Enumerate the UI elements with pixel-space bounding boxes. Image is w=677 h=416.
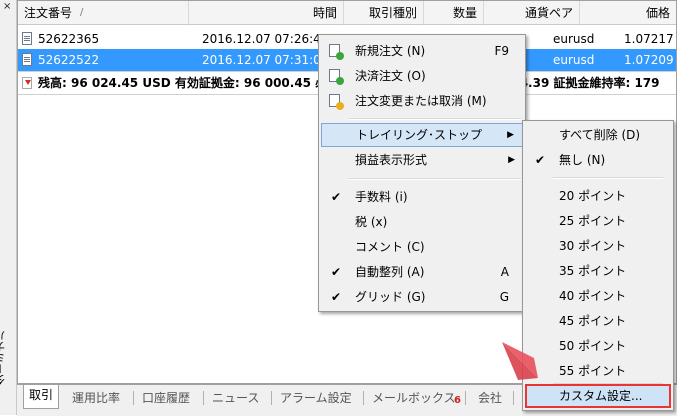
- order-number: 52622522: [38, 53, 100, 67]
- menu-item-trailing-stop[interactable]: トレイリング･ストップ ▶: [321, 123, 523, 147]
- column-header-volume[interactable]: 数量: [424, 1, 484, 25]
- checkmark-icon: ✔: [331, 290, 342, 304]
- menu-separator: [553, 177, 663, 179]
- tab-company[interactable]: 会社: [473, 388, 507, 408]
- submenu-item-35-points[interactable]: 35 ポイント: [525, 259, 671, 283]
- terminal-title-label: ターミナル: [0, 330, 7, 385]
- modify-order-icon: [329, 94, 344, 110]
- order-time: 2016.12.07 07:26:40: [202, 32, 322, 46]
- checkmark-icon: ✔: [331, 265, 342, 279]
- menu-item-commission[interactable]: ✔ 手数料 (i): [321, 185, 523, 209]
- submenu-item-delete-all[interactable]: すべて削除 (D): [525, 123, 671, 147]
- checkmark-icon: ✔: [535, 153, 546, 167]
- menu-item-auto-arrange[interactable]: ✔ 自動整列 (A) A: [321, 260, 523, 284]
- order-symbol: eurusd: [553, 32, 595, 46]
- order-price: 1.07209: [624, 53, 674, 67]
- close-icon[interactable]: ×: [3, 2, 11, 12]
- menu-separator: [349, 118, 521, 120]
- column-header-order-label: 注文番号: [24, 6, 73, 20]
- column-header-order[interactable]: 注文番号 /: [18, 1, 189, 25]
- balance-icon: [22, 77, 32, 89]
- order-time: 2016.12.07 07:31:04: [202, 53, 322, 67]
- mailbox-count-badge: 6: [454, 395, 461, 406]
- tab-alerts[interactable]: アラーム設定: [275, 388, 357, 408]
- order-icon: [22, 32, 32, 45]
- submenu-item-25-points[interactable]: 25 ポイント: [525, 209, 671, 233]
- submenu-item-50-points[interactable]: 50 ポイント: [525, 334, 671, 358]
- submenu-item-40-points[interactable]: 40 ポイント: [525, 284, 671, 308]
- tab-divider: [203, 391, 204, 405]
- submenu-item-custom[interactable]: カスタム設定...: [525, 384, 671, 408]
- tab-divider: [465, 391, 466, 405]
- submenu-item-55-points[interactable]: 55 ポイント: [525, 359, 671, 383]
- balance-summary-left: 残高: 96 024.45 USD 有効証拠金: 96 000.45 必: [38, 76, 318, 90]
- order-symbol: eurusd: [553, 53, 595, 67]
- column-header-type[interactable]: 取引種別: [344, 1, 424, 25]
- submenu-item-30-points[interactable]: 30 ポイント: [525, 234, 671, 258]
- close-order-icon: [329, 69, 344, 85]
- submenu-arrow-icon: ▶: [508, 155, 515, 165]
- callout-arrow-icon: [502, 342, 538, 380]
- menu-item-new-order[interactable]: 新規注文 (N) F9: [321, 39, 523, 63]
- tab-divider: [363, 391, 364, 405]
- order-price: 1.07217: [624, 32, 674, 46]
- menu-item-modify-order[interactable]: 注文変更または取消 (M): [321, 89, 523, 113]
- menu-separator: [349, 178, 521, 180]
- menu-item-close-order[interactable]: 決済注文 (O): [321, 64, 523, 88]
- submenu-item-20-points[interactable]: 20 ポイント: [525, 184, 671, 208]
- menu-item-grid[interactable]: ✔ グリッド (G) G: [321, 285, 523, 309]
- tab-exposure[interactable]: 運用比率: [67, 388, 125, 408]
- menu-item-comment[interactable]: コメント (C): [321, 235, 523, 259]
- column-header-time[interactable]: 時間: [189, 1, 344, 25]
- order-icon: [22, 53, 32, 66]
- tab-account-history[interactable]: 口座履歴: [137, 388, 195, 408]
- column-header-price[interactable]: 価格: [580, 1, 676, 25]
- context-menu: 新規注文 (N) F9 決済注文 (O) 注文変更または取消 (M) トレイリン…: [318, 34, 526, 312]
- submenu-item-45-points[interactable]: 45 ポイント: [525, 309, 671, 333]
- menu-item-profit-display[interactable]: 損益表示形式 ▶: [321, 148, 523, 172]
- menu-item-taxes[interactable]: 税 (x): [321, 210, 523, 234]
- column-header-symbol[interactable]: 通貨ペア: [484, 1, 580, 25]
- tab-divider: [133, 391, 134, 405]
- tab-divider: [271, 391, 272, 405]
- balance-summary-right: 464.39 証拠金維持率: 179: [503, 76, 660, 90]
- trailing-stop-submenu: すべて削除 (D) ✔ 無し (N) 20 ポイント 25 ポイント 30 ポイ…: [522, 120, 674, 411]
- tab-trade[interactable]: 取引: [23, 385, 60, 409]
- sort-indicator-icon: /: [80, 7, 84, 18]
- tab-mailbox[interactable]: メールボックス: [367, 388, 461, 408]
- checkmark-icon: ✔: [331, 190, 342, 204]
- tab-divider: [513, 391, 514, 405]
- new-order-icon: [329, 44, 344, 60]
- submenu-item-none[interactable]: ✔ 無し (N): [525, 148, 671, 172]
- submenu-arrow-icon: ▶: [507, 130, 514, 140]
- tab-news[interactable]: ニュース: [207, 388, 264, 408]
- order-number: 52622365: [38, 32, 100, 46]
